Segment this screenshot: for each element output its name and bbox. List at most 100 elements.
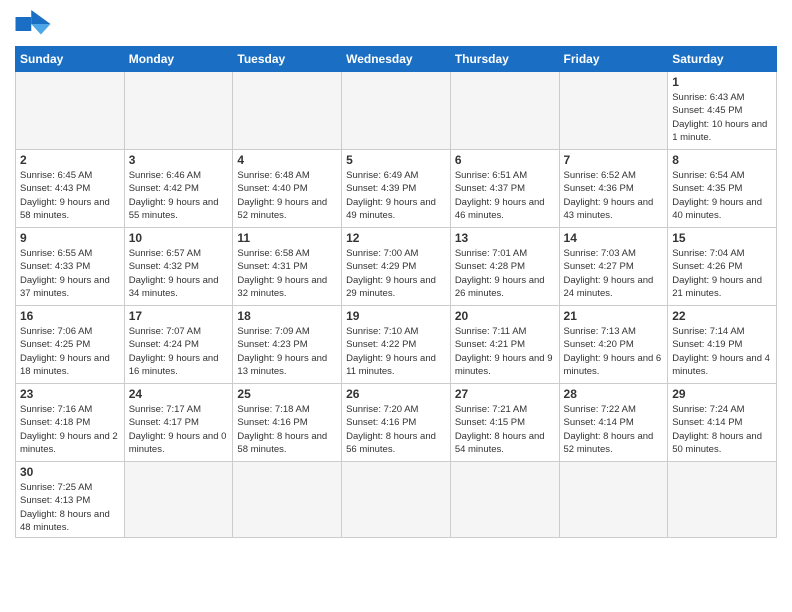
calendar-cell: 29Sunrise: 7:24 AM Sunset: 4:14 PM Dayli… xyxy=(668,384,777,462)
day-info: Sunrise: 7:04 AM Sunset: 4:26 PM Dayligh… xyxy=(672,247,772,300)
calendar-cell: 27 Sunrise: 7:21 AM Sunset: 4:15 PM Dayli… xyxy=(450,384,559,462)
day-number: 8 xyxy=(672,153,772,167)
day-number: 13 xyxy=(455,231,555,245)
day-info: Sunrise: 6:52 AM Sunset: 4:36 PM Dayligh… xyxy=(564,169,664,222)
calendar-cell: 24 Sunrise: 7:17 AM Sunset: 4:17 PM Dayli… xyxy=(124,384,233,462)
day-number: 26 xyxy=(346,387,446,401)
calendar-cell: 11Sunrise: 6:58 AM Sunset: 4:31 PM Dayli… xyxy=(233,228,342,306)
calendar-cell xyxy=(233,462,342,538)
day-info: Sunrise: 6:48 AM Sunset: 4:40 PM Dayligh… xyxy=(237,169,337,222)
calendar-cell xyxy=(342,72,451,150)
weekday-header-thursday: Thursday xyxy=(450,47,559,72)
calendar-cell: 12 Sunrise: 7:00 AM Sunset: 4:29 PM Dayli… xyxy=(342,228,451,306)
calendar-cell: 4 Sunrise: 6:48 AM Sunset: 4:40 PM Daylig… xyxy=(233,150,342,228)
calendar-cell: 1 Sunrise: 6:43 AM Sunset: 4:45 PM Daylig… xyxy=(668,72,777,150)
day-number: 7 xyxy=(564,153,664,167)
day-number: 21 xyxy=(564,309,664,323)
calendar-cell xyxy=(450,72,559,150)
calendar-cell: 6 Sunrise: 6:51 AM Sunset: 4:37 PM Daylig… xyxy=(450,150,559,228)
day-info: Sunrise: 7:25 AM Sunset: 4:13 PM Dayligh… xyxy=(20,481,120,534)
calendar-cell: 26 Sunrise: 7:20 AM Sunset: 4:16 PM Dayli… xyxy=(342,384,451,462)
calendar-cell: 25 Sunrise: 7:18 AM Sunset: 4:16 PM Dayli… xyxy=(233,384,342,462)
day-number: 30 xyxy=(20,465,120,479)
calendar-cell: 28Sunrise: 7:22 AM Sunset: 4:14 PM Dayli… xyxy=(559,384,668,462)
day-info: Sunrise: 6:45 AM Sunset: 4:43 PM Dayligh… xyxy=(20,169,120,222)
calendar-cell xyxy=(668,462,777,538)
day-info: Sunrise: 7:21 AM Sunset: 4:15 PM Dayligh… xyxy=(455,403,555,456)
calendar-cell: 30 Sunrise: 7:25 AM Sunset: 4:13 PM Dayli… xyxy=(16,462,125,538)
day-number: 1 xyxy=(672,75,772,89)
day-info: Sunrise: 7:16 AM Sunset: 4:18 PM Dayligh… xyxy=(20,403,120,456)
calendar-cell xyxy=(124,72,233,150)
day-number: 24 xyxy=(129,387,229,401)
day-info: Sunrise: 7:10 AM Sunset: 4:22 PM Dayligh… xyxy=(346,325,446,378)
calendar-cell xyxy=(450,462,559,538)
day-info: Sunrise: 7:22 AM Sunset: 4:14 PM Dayligh… xyxy=(564,403,664,456)
calendar-cell: 2 Sunrise: 6:45 AM Sunset: 4:43 PM Daylig… xyxy=(16,150,125,228)
day-number: 17 xyxy=(129,309,229,323)
day-info: Sunrise: 6:49 AM Sunset: 4:39 PM Dayligh… xyxy=(346,169,446,222)
calendar-cell xyxy=(559,72,668,150)
day-info: Sunrise: 7:11 AM Sunset: 4:21 PM Dayligh… xyxy=(455,325,555,378)
day-info: Sunrise: 7:24 AM Sunset: 4:14 PM Dayligh… xyxy=(672,403,772,456)
day-info: Sunrise: 7:20 AM Sunset: 4:16 PM Dayligh… xyxy=(346,403,446,456)
day-info: Sunrise: 7:17 AM Sunset: 4:17 PM Dayligh… xyxy=(129,403,229,456)
day-number: 20 xyxy=(455,309,555,323)
calendar-cell: 9 Sunrise: 6:55 AM Sunset: 4:33 PM Daylig… xyxy=(16,228,125,306)
logo xyxy=(15,10,55,38)
calendar-cell: 15 Sunrise: 7:04 AM Sunset: 4:26 PM Dayli… xyxy=(668,228,777,306)
page-container: SundayMondayTuesdayWednesdayThursdayFrid… xyxy=(0,0,792,543)
calendar-cell: 14 Sunrise: 7:03 AM Sunset: 4:27 PM Dayli… xyxy=(559,228,668,306)
day-info: Sunrise: 7:03 AM Sunset: 4:27 PM Dayligh… xyxy=(564,247,664,300)
calendar-cell xyxy=(16,72,125,150)
day-number: 11 xyxy=(237,231,337,245)
logo-icon xyxy=(15,10,51,38)
calendar-cell: 3Sunrise: 6:46 AM Sunset: 4:42 PM Daylig… xyxy=(124,150,233,228)
calendar-cell xyxy=(233,72,342,150)
day-info: Sunrise: 7:01 AM Sunset: 4:28 PM Dayligh… xyxy=(455,247,555,300)
day-number: 23 xyxy=(20,387,120,401)
calendar-cell xyxy=(559,462,668,538)
day-number: 18 xyxy=(237,309,337,323)
day-info: Sunrise: 7:18 AM Sunset: 4:16 PM Dayligh… xyxy=(237,403,337,456)
calendar-cell: 5 Sunrise: 6:49 AM Sunset: 4:39 PM Daylig… xyxy=(342,150,451,228)
day-number: 15 xyxy=(672,231,772,245)
day-info: Sunrise: 6:57 AM Sunset: 4:32 PM Dayligh… xyxy=(129,247,229,300)
day-number: 10 xyxy=(129,231,229,245)
day-info: Sunrise: 7:13 AM Sunset: 4:20 PM Dayligh… xyxy=(564,325,664,378)
calendar-cell: 16Sunrise: 7:06 AM Sunset: 4:25 PM Dayli… xyxy=(16,306,125,384)
day-number: 4 xyxy=(237,153,337,167)
day-number: 9 xyxy=(20,231,120,245)
calendar-cell xyxy=(124,462,233,538)
day-number: 3 xyxy=(129,153,229,167)
day-number: 12 xyxy=(346,231,446,245)
calendar-cell: 23 Sunrise: 7:16 AM Sunset: 4:18 PM Dayli… xyxy=(16,384,125,462)
weekday-header-tuesday: Tuesday xyxy=(233,47,342,72)
day-number: 27 xyxy=(455,387,555,401)
calendar-cell: 21 Sunrise: 7:13 AM Sunset: 4:20 PM Dayli… xyxy=(559,306,668,384)
calendar-cell xyxy=(342,462,451,538)
day-info: Sunrise: 6:43 AM Sunset: 4:45 PM Dayligh… xyxy=(672,91,772,144)
day-number: 2 xyxy=(20,153,120,167)
day-info: Sunrise: 7:14 AM Sunset: 4:19 PM Dayligh… xyxy=(672,325,772,378)
day-info: Sunrise: 6:55 AM Sunset: 4:33 PM Dayligh… xyxy=(20,247,120,300)
weekday-header-saturday: Saturday xyxy=(668,47,777,72)
calendar-cell: 17Sunrise: 7:07 AM Sunset: 4:24 PM Dayli… xyxy=(124,306,233,384)
day-number: 14 xyxy=(564,231,664,245)
day-number: 22 xyxy=(672,309,772,323)
calendar-cell: 10 Sunrise: 6:57 AM Sunset: 4:32 PM Dayli… xyxy=(124,228,233,306)
day-info: Sunrise: 7:00 AM Sunset: 4:29 PM Dayligh… xyxy=(346,247,446,300)
day-info: Sunrise: 6:51 AM Sunset: 4:37 PM Dayligh… xyxy=(455,169,555,222)
weekday-header-monday: Monday xyxy=(124,47,233,72)
day-number: 19 xyxy=(346,309,446,323)
calendar-cell: 13 Sunrise: 7:01 AM Sunset: 4:28 PM Dayli… xyxy=(450,228,559,306)
day-number: 6 xyxy=(455,153,555,167)
calendar-cell: 8 Sunrise: 6:54 AM Sunset: 4:35 PM Daylig… xyxy=(668,150,777,228)
day-info: Sunrise: 7:09 AM Sunset: 4:23 PM Dayligh… xyxy=(237,325,337,378)
day-info: Sunrise: 6:54 AM Sunset: 4:35 PM Dayligh… xyxy=(672,169,772,222)
calendar-table: SundayMondayTuesdayWednesdayThursdayFrid… xyxy=(15,46,777,538)
weekday-header-friday: Friday xyxy=(559,47,668,72)
day-number: 5 xyxy=(346,153,446,167)
weekday-header-sunday: Sunday xyxy=(16,47,125,72)
day-number: 25 xyxy=(237,387,337,401)
